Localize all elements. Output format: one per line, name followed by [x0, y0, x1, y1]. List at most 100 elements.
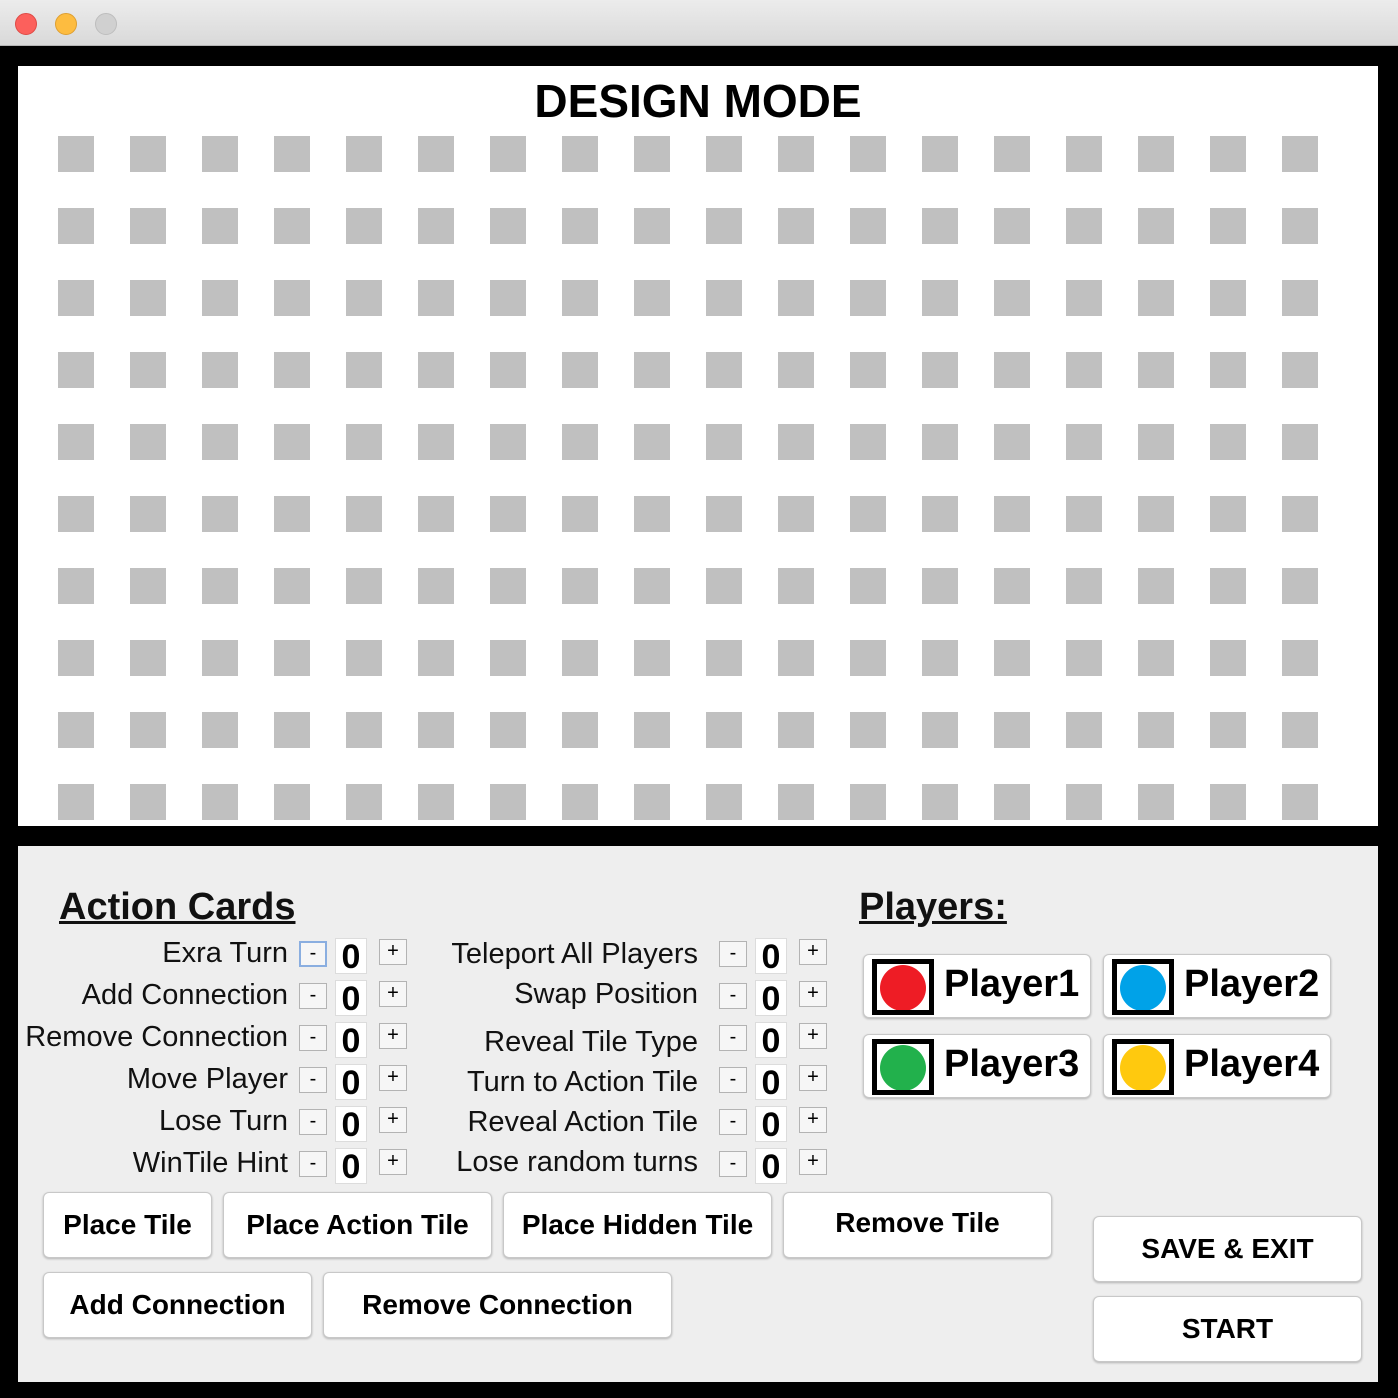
card-count-field[interactable]: 0: [755, 1022, 787, 1059]
increment-button[interactable]: +: [799, 1149, 827, 1175]
board-tile[interactable]: [58, 496, 94, 532]
board-tile[interactable]: [58, 352, 94, 388]
remove-connection-button[interactable]: Remove Connection: [323, 1272, 672, 1338]
board-tile[interactable]: [706, 424, 742, 460]
decrement-button[interactable]: -: [719, 1151, 747, 1177]
decrement-button[interactable]: -: [299, 1109, 327, 1135]
board-tile[interactable]: [346, 496, 382, 532]
close-window-button[interactable]: [15, 13, 37, 35]
board-tile[interactable]: [922, 352, 958, 388]
start-button[interactable]: START: [1093, 1296, 1362, 1362]
increment-button[interactable]: +: [379, 939, 407, 965]
board-tile[interactable]: [706, 784, 742, 820]
board-tile[interactable]: [1138, 640, 1174, 676]
card-count-field[interactable]: 0: [755, 938, 787, 975]
board-tile[interactable]: [778, 568, 814, 604]
board-tile[interactable]: [418, 280, 454, 316]
board-tile[interactable]: [1282, 568, 1318, 604]
board-tile[interactable]: [922, 712, 958, 748]
board-tile[interactable]: [130, 208, 166, 244]
decrement-button[interactable]: -: [719, 983, 747, 1009]
board-tile[interactable]: [202, 424, 238, 460]
board-tile[interactable]: [130, 352, 166, 388]
board-tile[interactable]: [1210, 568, 1246, 604]
board-tile[interactable]: [490, 280, 526, 316]
board-tile[interactable]: [994, 352, 1030, 388]
board-tile[interactable]: [418, 784, 454, 820]
board-tile[interactable]: [130, 136, 166, 172]
card-count-field[interactable]: 0: [755, 1106, 787, 1143]
board-tile[interactable]: [58, 568, 94, 604]
board-tile[interactable]: [1138, 784, 1174, 820]
board-tile[interactable]: [1066, 568, 1102, 604]
board-tile[interactable]: [490, 784, 526, 820]
board-tile[interactable]: [418, 640, 454, 676]
maximize-window-button[interactable]: [95, 13, 117, 35]
board-tile[interactable]: [130, 280, 166, 316]
board-tile[interactable]: [202, 136, 238, 172]
board-tile[interactable]: [58, 640, 94, 676]
board-tile[interactable]: [1138, 712, 1174, 748]
increment-button[interactable]: +: [379, 1023, 407, 1049]
board-tile[interactable]: [1282, 496, 1318, 532]
board-tile[interactable]: [130, 568, 166, 604]
board-tile[interactable]: [778, 136, 814, 172]
board-tile[interactable]: [1282, 280, 1318, 316]
board-tile[interactable]: [58, 784, 94, 820]
player1-button[interactable]: Player1: [863, 954, 1091, 1018]
board-tile[interactable]: [1210, 280, 1246, 316]
board-tile[interactable]: [922, 424, 958, 460]
board-tile[interactable]: [922, 136, 958, 172]
board-tile[interactable]: [1282, 712, 1318, 748]
board-tile[interactable]: [850, 568, 886, 604]
board-tile[interactable]: [850, 640, 886, 676]
board-tile[interactable]: [490, 568, 526, 604]
board-tile[interactable]: [274, 712, 310, 748]
board-tile[interactable]: [562, 568, 598, 604]
board-tile[interactable]: [994, 568, 1030, 604]
board-tile[interactable]: [706, 208, 742, 244]
board-tile[interactable]: [418, 208, 454, 244]
board-tile[interactable]: [130, 496, 166, 532]
board-tile[interactable]: [346, 424, 382, 460]
board-tile[interactable]: [202, 208, 238, 244]
board-tile[interactable]: [1210, 640, 1246, 676]
board-tile[interactable]: [490, 712, 526, 748]
save-exit-button[interactable]: SAVE & EXIT: [1093, 1216, 1362, 1282]
board-tile[interactable]: [274, 568, 310, 604]
board-tile[interactable]: [1282, 784, 1318, 820]
board-tile[interactable]: [850, 280, 886, 316]
board-tile[interactable]: [706, 280, 742, 316]
board-tile[interactable]: [850, 496, 886, 532]
increment-button[interactable]: +: [379, 1149, 407, 1175]
decrement-button[interactable]: -: [299, 1025, 327, 1051]
increment-button[interactable]: +: [799, 1107, 827, 1133]
board-tile[interactable]: [490, 352, 526, 388]
card-count-field[interactable]: 0: [755, 1064, 787, 1101]
board-tile[interactable]: [1138, 352, 1174, 388]
board-tile[interactable]: [634, 424, 670, 460]
board-tile[interactable]: [490, 424, 526, 460]
board-tile[interactable]: [1066, 784, 1102, 820]
board-tile[interactable]: [778, 352, 814, 388]
increment-button[interactable]: +: [799, 939, 827, 965]
board-tile[interactable]: [490, 208, 526, 244]
board-tile[interactable]: [418, 352, 454, 388]
board-tile[interactable]: [58, 208, 94, 244]
place-hidden-tile-button[interactable]: Place Hidden Tile: [503, 1192, 772, 1258]
board-tile[interactable]: [994, 496, 1030, 532]
board-tile[interactable]: [58, 136, 94, 172]
card-count-field[interactable]: 0: [755, 980, 787, 1017]
board-tile[interactable]: [850, 784, 886, 820]
board-tile[interactable]: [202, 280, 238, 316]
board-tile[interactable]: [1282, 352, 1318, 388]
increment-button[interactable]: +: [799, 1065, 827, 1091]
board-tile[interactable]: [490, 136, 526, 172]
board-tile[interactable]: [1138, 496, 1174, 532]
board-tile[interactable]: [706, 496, 742, 532]
board-tile[interactable]: [850, 424, 886, 460]
board-tile[interactable]: [922, 208, 958, 244]
board-tile[interactable]: [346, 712, 382, 748]
board-tile[interactable]: [562, 280, 598, 316]
board-tile[interactable]: [1282, 424, 1318, 460]
